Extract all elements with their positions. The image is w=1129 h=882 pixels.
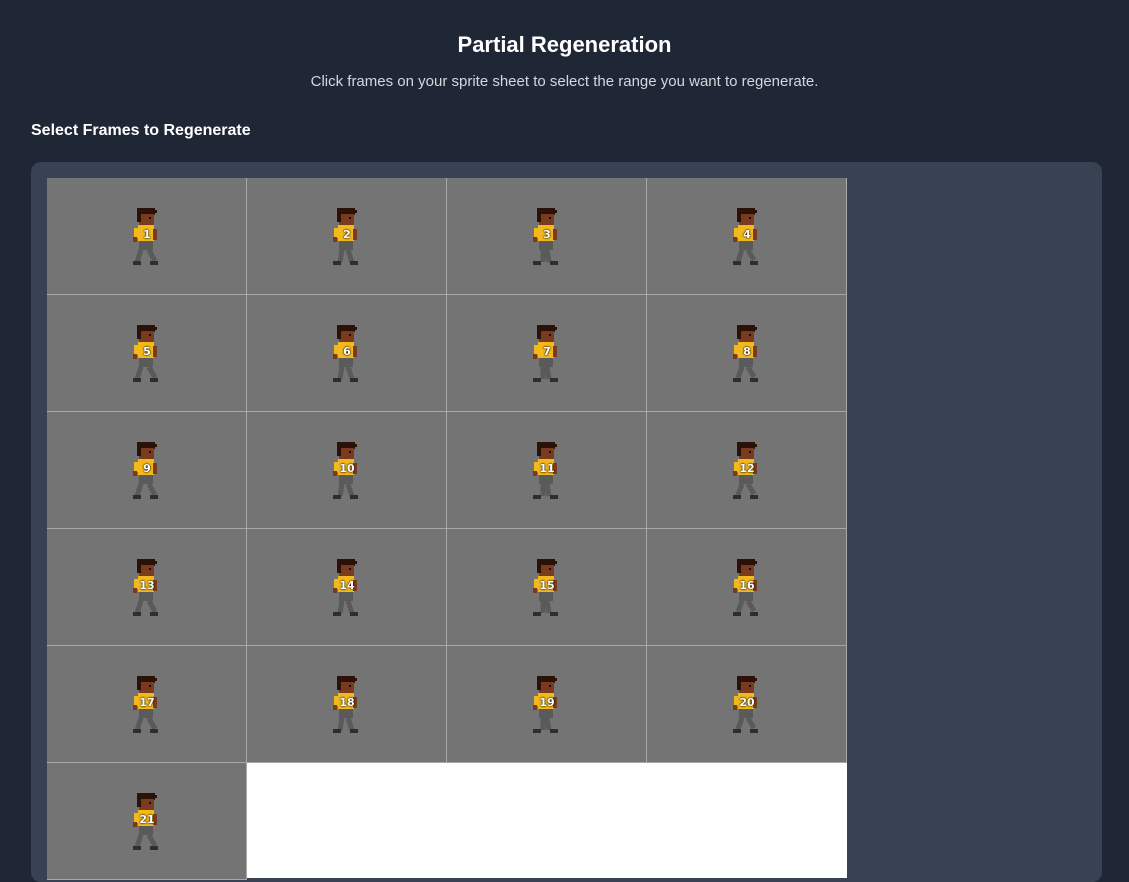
frame-number: 10 [339, 462, 355, 475]
sprite-frame[interactable]: 3 [447, 178, 647, 295]
frame-number: 3 [543, 228, 551, 241]
frame-number: 17 [139, 696, 155, 709]
sprite-frame[interactable]: 9 [47, 412, 247, 529]
dialog-title: Partial Regeneration [457, 32, 672, 57]
frame-number: 11 [539, 462, 555, 475]
sprite-frame[interactable]: 4 [647, 178, 847, 295]
sprite-frame[interactable]: 12 [647, 412, 847, 529]
sprite-frame[interactable]: 10 [247, 412, 447, 529]
frame-number: 5 [143, 345, 151, 358]
frame-number: 9 [143, 462, 151, 475]
frame-number: 21 [139, 813, 155, 826]
frame-number: 20 [739, 696, 755, 709]
frame-number: 14 [339, 579, 355, 592]
sprite-frame[interactable]: 20 [647, 646, 847, 763]
sprite-frame[interactable]: 21 [47, 763, 247, 880]
sprite-frame[interactable]: 5 [47, 295, 247, 412]
sprite-frame[interactable]: 7 [447, 295, 647, 412]
frame-number: 6 [343, 345, 351, 358]
sprite-frame[interactable]: 14 [247, 529, 447, 646]
dialog-subtitle: Click frames on your sprite sheet to sel… [310, 73, 819, 90]
frame-number: 16 [739, 579, 755, 592]
frame-number: 2 [343, 228, 351, 241]
sprite-frame[interactable]: 2 [247, 178, 447, 295]
frame-number: 13 [139, 579, 155, 592]
frame-number: 19 [539, 696, 555, 709]
frame-number: 18 [339, 696, 355, 709]
select-frames-label: Select Frames to Regenerate [31, 122, 251, 139]
sprite-frame[interactable]: 18 [247, 646, 447, 763]
sprite-frame[interactable]: 17 [47, 646, 247, 763]
sprite-frame[interactable]: 19 [447, 646, 647, 763]
frame-number: 7 [543, 345, 551, 358]
sprite-frame[interactable]: 6 [247, 295, 447, 412]
sprite-frame[interactable]: 1 [47, 178, 247, 295]
frame-number: 1 [143, 228, 151, 241]
sprite-frame[interactable]: 8 [647, 295, 847, 412]
frame-number: 8 [743, 345, 751, 358]
sprite-frame[interactable]: 15 [447, 529, 647, 646]
frame-number: 15 [539, 579, 555, 592]
sprite-frame[interactable]: 16 [647, 529, 847, 646]
sprite-sheet: 1 2 3 4 5 6 7 8 9 10 11 12 13 14 15 16 1… [47, 178, 847, 880]
sprite-frame[interactable]: 11 [447, 412, 647, 529]
partial-regeneration-dialog: Partial Regeneration Click frames on you… [0, 0, 1129, 882]
frame-number: 4 [743, 228, 751, 241]
frame-number: 12 [739, 462, 755, 475]
sprite-frame[interactable]: 13 [47, 529, 247, 646]
